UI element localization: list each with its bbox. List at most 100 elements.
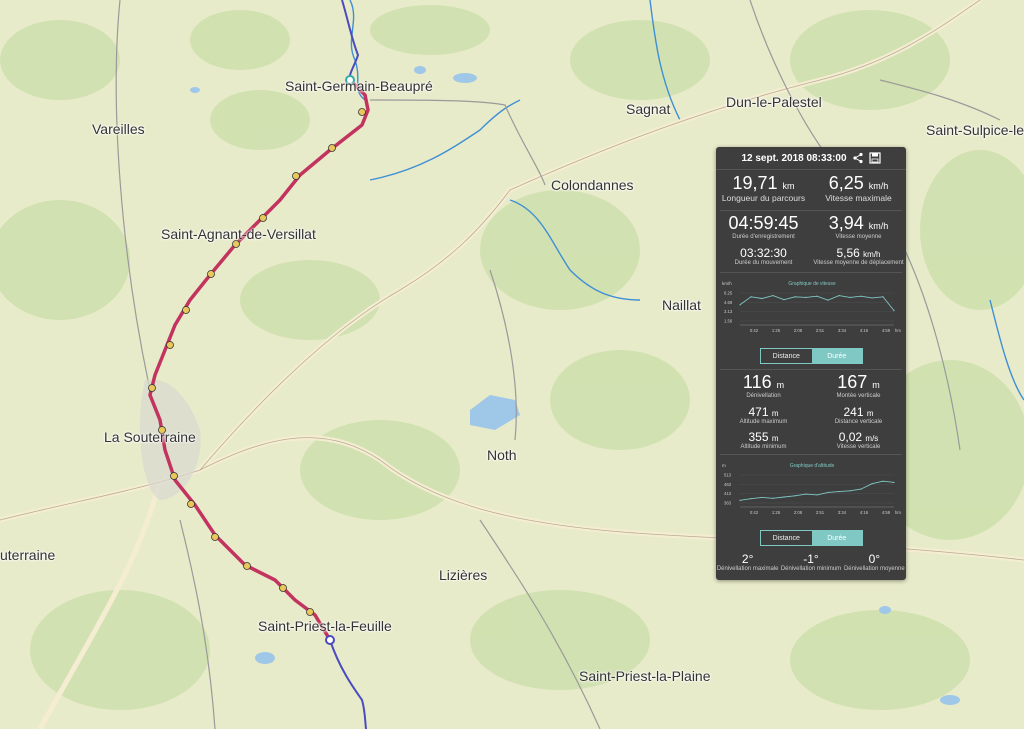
divider [720, 272, 902, 273]
climb-value: 167 [837, 372, 868, 392]
grade-avg-label: Dénivellation moyenne [843, 566, 905, 572]
speed-chart-data-point [860, 295, 862, 297]
speed-chart-x-tick: 4:59 [882, 328, 891, 333]
speed-chart-x-tick: 3:34 [838, 328, 847, 333]
speed-chart-x-tick: 2:51 [816, 328, 825, 333]
altitude-chart-x-tick: 1:25 [772, 510, 781, 515]
place-label: Sagnat [626, 101, 671, 117]
place-label: Saint-Agnant-de-Versillat [161, 226, 316, 242]
place-label: Colondannes [551, 177, 634, 193]
max-speed-value: 6,25 [828, 173, 864, 193]
speed-chart-data-point [893, 310, 895, 312]
moving-duration-label: Durée du mouvement [734, 260, 793, 266]
moving-duration-stat: 03:32:30 Durée du mouvement [716, 246, 811, 266]
recording-duration-value: 04:59:45 [728, 213, 799, 233]
track-stats-panel: 12 sept. 2018 08:33:00 19,71 km Longueur… [716, 147, 906, 580]
duration-tab[interactable]: Durée [811, 349, 862, 363]
grade-min-label: Dénivellation minimum [780, 566, 842, 572]
speed-chart-data-point [882, 296, 884, 298]
vertical-distance-value: 241 [843, 405, 864, 419]
speed-chart-data-point [739, 304, 741, 306]
altitude-chart-x-tick: 4:59 [882, 510, 891, 515]
place-label: Saint-Priest-la-Feuille [258, 618, 392, 634]
distance-unit: km [782, 181, 795, 191]
speed-chart-y-tick: 4.69 [724, 300, 733, 305]
place-label: Saint-Priest-la-Plaine [579, 668, 711, 684]
speed-chart-data-point [783, 299, 785, 301]
altitude-chart-data-point [838, 491, 840, 493]
altitude-chart-data-point [761, 496, 763, 499]
speed-chart-y-tick: 6.25 [724, 291, 733, 296]
altitude-chart-x-tick: 2:51 [816, 510, 825, 515]
avg-speed-value: 3,94 [828, 213, 864, 233]
grade-avg-value: 0° [868, 552, 881, 566]
speed-chart-x-tick: 4:16 [860, 328, 869, 333]
duration-tab[interactable]: Durée [811, 531, 862, 545]
vertical-distance-unit: m [866, 409, 874, 418]
vertical-speed-value: 0,02 [838, 430, 863, 444]
elevation-gain-unit: m [776, 380, 785, 390]
speed-chart-series-line [739, 295, 895, 311]
altitude-chart-data-point [772, 497, 774, 499]
avg-moving-speed-stat: 5,56 km/h Vitesse moyenne de déplacement [811, 246, 906, 266]
divider [720, 369, 902, 370]
altitude-chart-y-tick: 463 [724, 482, 732, 487]
climb-unit: m [872, 380, 880, 390]
distance-tab[interactable]: Distance [761, 349, 812, 363]
max-altitude-value: 471 [748, 405, 769, 419]
altitude-chart-unit: m [722, 463, 726, 468]
max-altitude-label: Altitude maximum [739, 419, 788, 425]
end-point-icon[interactable] [325, 635, 335, 645]
speed-chart-data-point [838, 295, 840, 297]
place-label: Noth [487, 447, 517, 463]
recording-duration-label: Durée d'enregistrement [732, 234, 795, 240]
speed-chart-axis-toggle[interactable]: Distance Durée [760, 348, 863, 364]
altitude-chart-data-point [739, 499, 741, 501]
distance-label: Longueur du parcours [721, 193, 806, 203]
altitude-chart-data-point [860, 488, 862, 490]
speed-chart[interactable]: km/h Graphique de vitesse 6.25 4.69 3.13 1.… [722, 277, 902, 335]
altitude-chart[interactable]: m Graphique d'altitude 513 463 413 363 0:42 1… [722, 459, 902, 517]
speed-chart-x-tick: 2:08 [794, 328, 803, 333]
distance-value: 19,71 [732, 173, 778, 193]
place-label: La Souterraine [104, 429, 196, 445]
grade-avg-stat: 0° Dénivellation moyenne [843, 552, 906, 572]
altitude-chart-data-point [794, 495, 796, 497]
place-label: Naillat [662, 297, 701, 313]
divider [720, 210, 902, 211]
max-speed-unit: km/h [868, 181, 889, 191]
grade-min-value: -1° [803, 552, 819, 566]
altitude-chart-y-tick: 413 [724, 491, 732, 496]
speed-chart-data-point [805, 296, 807, 298]
vertical-distance-stat: 241 m Distance verticale [811, 405, 906, 425]
elevation-gain-value: 116 [742, 372, 772, 392]
share-icon[interactable] [852, 152, 864, 164]
grade-max-label: Dénivellation maximale [716, 566, 779, 572]
altitude-chart-x-unit: hm [895, 510, 901, 515]
altitude-chart-y-tick: 363 [724, 501, 732, 506]
avg-moving-speed-label: Vitesse moyenne de déplacement [813, 260, 904, 266]
altitude-chart-data-point [827, 491, 829, 494]
speed-chart-data-point [761, 297, 763, 300]
recording-duration-stat: 04:59:45 Durée d'enregistrement [716, 213, 811, 240]
distance-tab[interactable]: Distance [761, 531, 812, 545]
speed-chart-y-tick: 3.13 [724, 309, 733, 314]
altitude-chart-data-point [805, 493, 807, 495]
speed-chart-y-tick: 1.56 [724, 319, 733, 324]
grade-stats: 2° Dénivellation maximale -1° Dénivellat… [716, 552, 906, 572]
save-icon[interactable] [868, 152, 881, 164]
vertical-distance-label: Distance verticale [834, 419, 883, 425]
place-label: Dun-le-Palestel [726, 94, 822, 110]
panel-header: 12 sept. 2018 08:33:00 [716, 147, 906, 170]
altitude-chart-y-tick: 513 [724, 473, 732, 478]
vertical-speed-label: Vitesse verticale [836, 444, 881, 450]
place-label: Saint-Germain-Beaupré [285, 78, 433, 94]
max-altitude-unit: m [771, 409, 779, 418]
altitude-chart-data-point [882, 480, 884, 482]
altitude-chart-axis-toggle[interactable]: Distance Durée [760, 530, 863, 546]
place-label: uterraine [0, 547, 56, 563]
vertical-speed-unit: m/s [865, 434, 879, 443]
speed-chart-title: Graphique de vitesse [788, 281, 835, 287]
altitude-chart-x-tick: 4:16 [860, 510, 869, 515]
altitude-chart-x-tick: 0:42 [750, 510, 759, 515]
